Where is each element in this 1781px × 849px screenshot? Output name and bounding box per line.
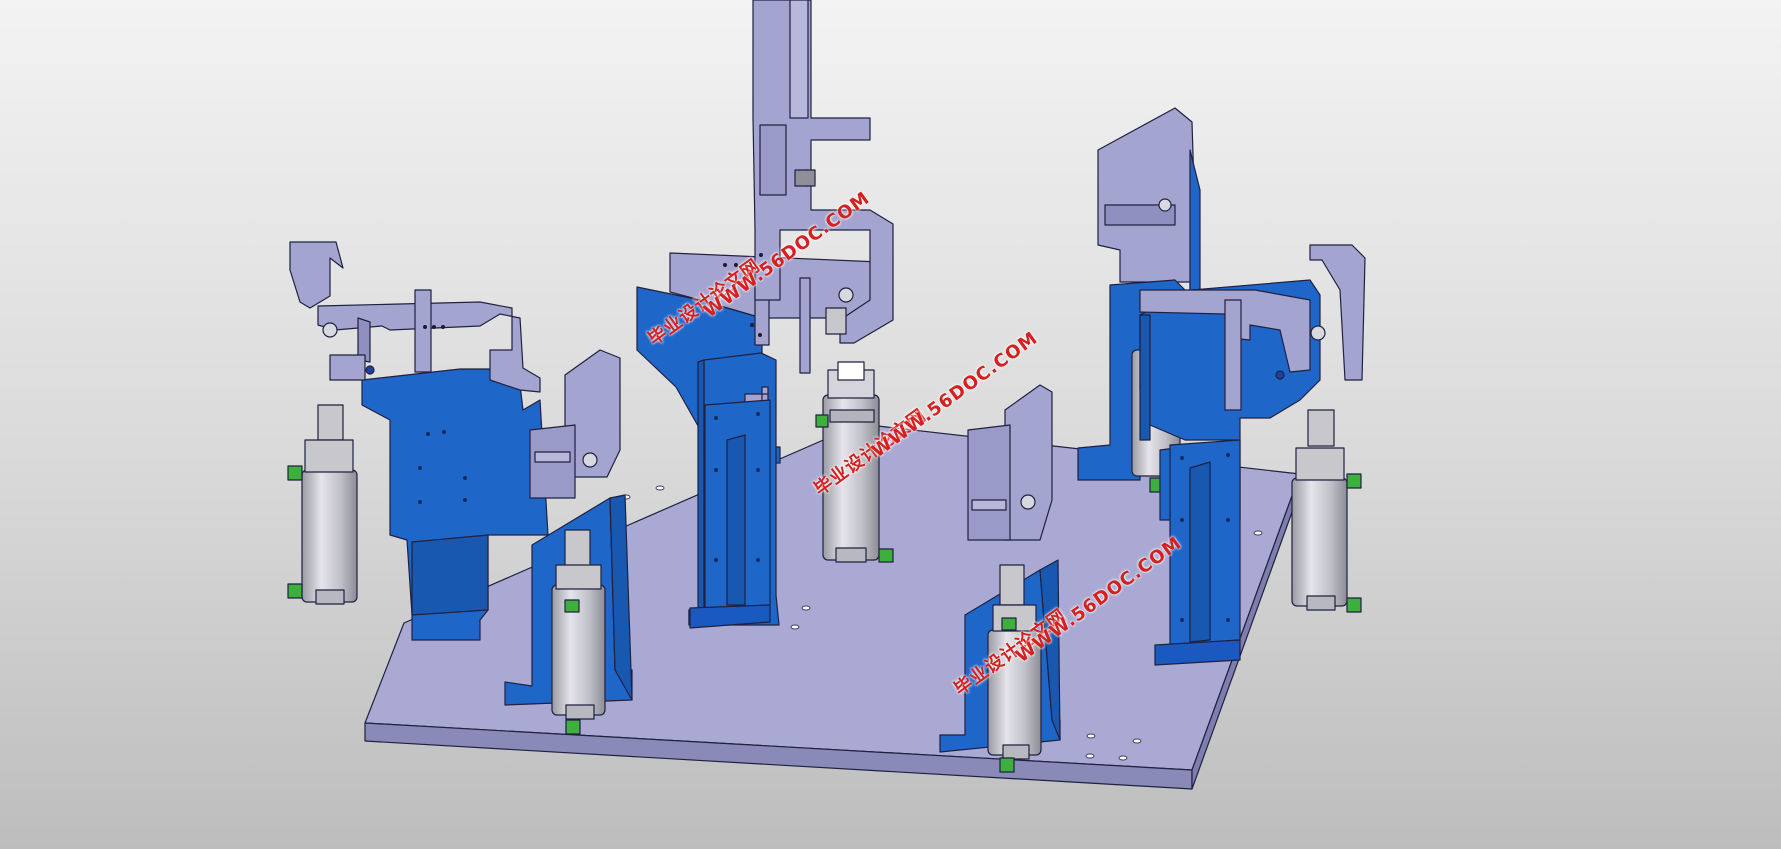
pneumatic-cylinder-right[interactable] (1291, 447, 1362, 613)
cad-3d-viewport[interactable]: 毕业设计论文网 WWW.56DOC.COM 毕业设计论文网 WWW.56DOC.… (0, 0, 1781, 849)
pneumatic-cylinder-left[interactable] (287, 439, 358, 605)
pneumatic-cylinder-left-front[interactable] (551, 564, 606, 735)
